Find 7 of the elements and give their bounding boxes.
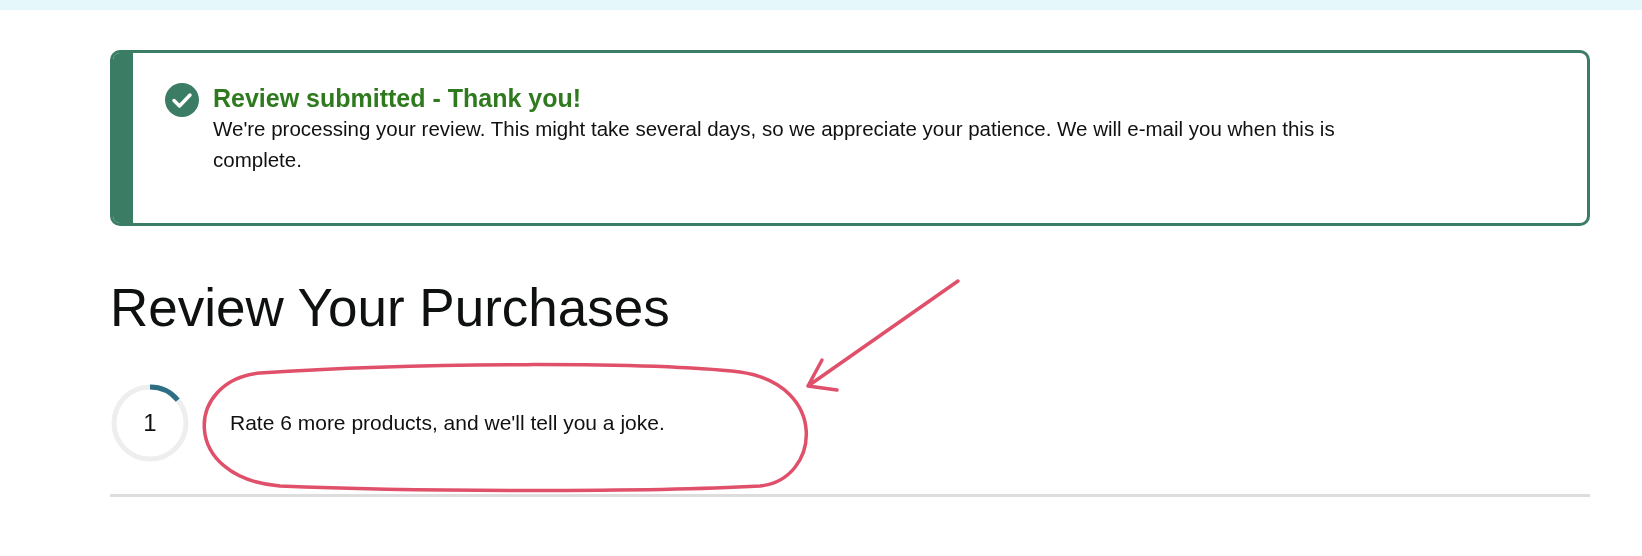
progress-message: Rate 6 more products, and we'll tell you a joke.: [230, 410, 665, 437]
check-circle-icon: [165, 83, 199, 117]
page-heading: Review Your Purchases: [110, 278, 671, 338]
progress-count: 1: [143, 409, 157, 437]
progress-fill: [149, 384, 180, 402]
alert-title: Review submitted - Thank you!: [213, 83, 583, 113]
alert-message: We're processing your review. This might take several days, so we appreciate your patience. We will e-mail you when this is complete.: [213, 116, 1336, 173]
